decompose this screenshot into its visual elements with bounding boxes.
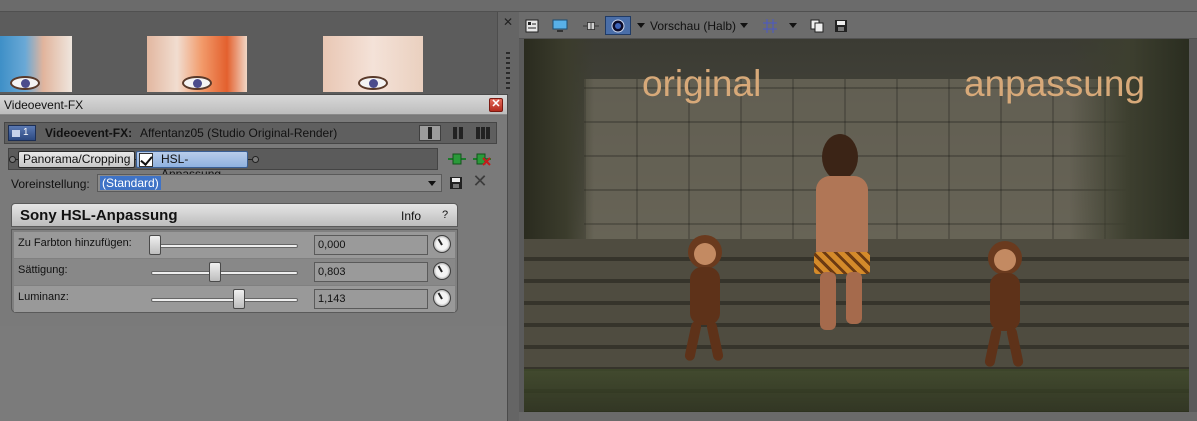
boy-figure bbox=[814, 134, 884, 334]
panel-body: Zu Farbton hinzufügen: 0,000 Sättigung: … bbox=[11, 229, 458, 313]
monkey-figure bbox=[674, 235, 734, 365]
preview-toolbar: Vorschau (Halb) bbox=[519, 12, 1197, 39]
panel-header: Sony HSL-Anpassung Info ? bbox=[11, 203, 458, 227]
thumbnail-1[interactable] bbox=[0, 36, 72, 92]
thumbnail-2[interactable] bbox=[147, 36, 247, 92]
preview-quality-label: Vorschau (Halb) bbox=[650, 18, 737, 33]
grid-dropdown[interactable] bbox=[785, 16, 797, 35]
close-button[interactable]: ✕ bbox=[489, 98, 503, 112]
track-badge: 1 bbox=[8, 125, 36, 141]
slider-handle[interactable] bbox=[149, 235, 161, 255]
drag-handle[interactable] bbox=[506, 52, 510, 92]
split-screen-button[interactable] bbox=[583, 16, 599, 35]
add-plugin-button[interactable] bbox=[448, 151, 466, 167]
save-icon bbox=[833, 18, 849, 34]
grid-icon bbox=[762, 18, 778, 34]
plug-remove-icon bbox=[473, 153, 491, 166]
param-label: Luminanz: bbox=[18, 291, 69, 303]
slider-handle[interactable] bbox=[232, 289, 245, 309]
slider-handle[interactable] bbox=[209, 262, 222, 282]
moss-ground bbox=[524, 369, 1189, 412]
preview-quality-select[interactable]: Vorschau (Halb) bbox=[650, 16, 749, 35]
chain-start-node bbox=[9, 156, 16, 163]
keyframe-dial-icon[interactable] bbox=[433, 262, 451, 280]
external-monitor-button[interactable] bbox=[552, 16, 568, 35]
save-snapshot-button[interactable] bbox=[833, 16, 849, 35]
preset-label: Voreinstellung: bbox=[11, 177, 90, 191]
video-properties-button[interactable] bbox=[524, 16, 540, 35]
plug-add-icon bbox=[448, 153, 466, 165]
fx-header-row: 1 Videoevent-FX: Affentanz05 (Studio Ori… bbox=[4, 122, 497, 144]
preset-value: (Standard) bbox=[100, 176, 161, 190]
param-row-saturation: Sättigung: 0,803 bbox=[14, 259, 455, 285]
param-row-luminance: Luminanz: 1,143 bbox=[14, 286, 455, 312]
plugin-hsl-adjustment[interactable]: HSL-Anpassung bbox=[136, 151, 248, 181]
overlay-icon bbox=[610, 18, 626, 34]
eye-image bbox=[358, 76, 388, 90]
overlay-dropdown[interactable] bbox=[633, 16, 645, 35]
eye-image bbox=[182, 76, 212, 90]
chevron-down-icon bbox=[740, 23, 749, 28]
thumbnail-3[interactable] bbox=[323, 36, 423, 92]
slider-track[interactable] bbox=[151, 271, 298, 275]
view-triple-button[interactable] bbox=[472, 125, 494, 141]
split-screen-icon bbox=[583, 18, 599, 34]
grid-button[interactable] bbox=[762, 16, 778, 35]
plugin-panorama-cropping[interactable]: Panorama/Cropping bbox=[18, 151, 136, 168]
info-button[interactable]: Info bbox=[401, 209, 421, 223]
param-label: Zu Farbton hinzufügen: bbox=[18, 237, 132, 249]
monkey-figure bbox=[974, 241, 1034, 371]
video-preview[interactable]: original anpassung bbox=[524, 39, 1189, 412]
chevron-down-icon bbox=[637, 23, 645, 28]
plugin-chain: Panorama/Cropping HSL-Anpassung bbox=[8, 148, 438, 181]
dialog-empty-area bbox=[0, 326, 507, 421]
param-label: Sättigung: bbox=[18, 264, 68, 276]
overlay-toggle-button[interactable] bbox=[605, 16, 631, 35]
copy-snapshot-button[interactable] bbox=[809, 16, 825, 35]
param-value-field[interactable]: 1,143 bbox=[314, 289, 428, 309]
hsl-panel: Sony HSL-Anpassung Info ? Zu Farbton hin… bbox=[11, 203, 458, 313]
param-row-hue: Zu Farbton hinzufügen: 0,000 bbox=[14, 232, 455, 258]
view-double-button[interactable] bbox=[447, 125, 469, 141]
properties-icon bbox=[524, 18, 540, 34]
plugin-enabled-checkbox[interactable] bbox=[139, 153, 153, 167]
single-column-icon bbox=[428, 127, 432, 139]
dialog-titlebar[interactable]: Videoevent-FX ✕ bbox=[0, 95, 507, 115]
chain-end-node bbox=[252, 156, 259, 163]
slider-track[interactable] bbox=[151, 298, 298, 302]
delete-preset-button[interactable]: ✕ bbox=[472, 172, 488, 190]
two-column-icon bbox=[453, 127, 463, 139]
video-event-fx-dialog: Videoevent-FX ✕ 1 Videoevent-FX: Affenta… bbox=[0, 94, 508, 421]
fx-header-value: Affentanz05 (Studio Original-Render) bbox=[140, 126, 338, 140]
remove-plugin-button[interactable] bbox=[473, 151, 491, 167]
chevron-down-icon bbox=[789, 23, 797, 28]
view-single-button[interactable] bbox=[419, 125, 441, 141]
preset-select[interactable]: (Standard) bbox=[97, 174, 442, 192]
three-column-icon bbox=[476, 127, 490, 139]
eye-image bbox=[10, 76, 40, 90]
overlay-text-adjusted: anpassung bbox=[964, 63, 1146, 104]
panel-title: Sony HSL-Anpassung bbox=[20, 207, 178, 224]
fx-header-label: Videoevent-FX: bbox=[45, 126, 133, 140]
param-value-field[interactable]: 0,803 bbox=[314, 262, 428, 282]
slider-track[interactable] bbox=[151, 244, 298, 248]
copy-icon bbox=[809, 18, 825, 34]
top-strip bbox=[0, 0, 1197, 12]
dialog-title: Videoevent-FX bbox=[4, 98, 84, 112]
monitor-icon bbox=[552, 18, 568, 34]
save-preset-button[interactable] bbox=[448, 175, 464, 191]
param-value-field[interactable]: 0,000 bbox=[314, 235, 428, 255]
preview-status-strip bbox=[519, 412, 1197, 421]
chevron-down-icon bbox=[428, 181, 436, 186]
save-icon bbox=[450, 177, 462, 189]
keyframe-dial-icon[interactable] bbox=[433, 289, 451, 307]
overlay-text-original: original bbox=[642, 63, 762, 104]
keyframe-dial-icon[interactable] bbox=[433, 235, 451, 253]
dialog-body: 1 Videoevent-FX: Affentanz05 (Studio Ori… bbox=[0, 116, 507, 421]
help-button[interactable]: ? bbox=[442, 209, 448, 221]
close-icon[interactable]: ✕ bbox=[503, 16, 515, 28]
